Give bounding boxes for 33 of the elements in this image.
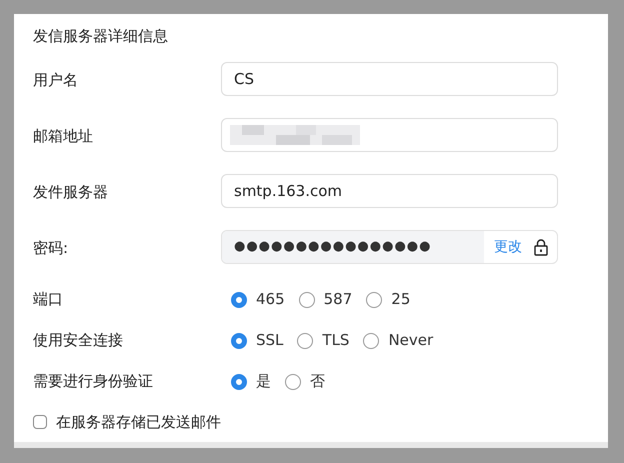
- radio-option[interactable]: 587: [298, 288, 352, 311]
- radio-button[interactable]: [285, 374, 301, 390]
- field-label: 密码:: [33, 238, 70, 260]
- option-label: 使用安全连接: [33, 330, 124, 352]
- radio-option[interactable]: 25: [366, 288, 410, 311]
- radio-button[interactable]: [298, 292, 315, 308]
- password-field[interactable]: ●●●●●●●●●●●●●●●● 更改: [221, 230, 558, 264]
- radio-button[interactable]: [231, 292, 247, 308]
- section-title: 发信服务器详细信息: [33, 26, 169, 47]
- radio-button[interactable]: [366, 292, 382, 308]
- radio-option[interactable]: 465: [231, 288, 285, 311]
- checkbox[interactable]: [33, 415, 47, 430]
- field-label: 发件服务器: [33, 182, 109, 204]
- text-field[interactable]: [221, 118, 558, 152]
- radio-option[interactable]: 否: [285, 370, 325, 393]
- change-link[interactable]: 更改: [484, 236, 532, 258]
- checkbox-option[interactable]: 在服务器存储已发送邮件: [33, 411, 608, 434]
- radio-button[interactable]: [363, 332, 380, 348]
- radio-option[interactable]: SSL: [231, 329, 284, 352]
- radio-button[interactable]: [231, 332, 247, 348]
- text-field[interactable]: CS: [221, 62, 558, 96]
- field-label: 邮箱地址: [33, 126, 94, 148]
- text-field[interactable]: smtp.163.com: [221, 174, 558, 208]
- option-label: 端口: [33, 289, 64, 310]
- radio-option[interactable]: 是: [231, 370, 271, 393]
- radio-button[interactable]: [297, 332, 314, 348]
- password-value: ●●●●●●●●●●●●●●●●: [234, 238, 432, 256]
- option-label: 需要进行身份验证: [33, 371, 154, 392]
- radio-button[interactable]: [231, 374, 247, 390]
- lock-icon: [534, 238, 548, 256]
- radio-option[interactable]: Never: [363, 329, 434, 352]
- radio-option[interactable]: TLS: [297, 329, 350, 352]
- field-label: 用户名: [33, 70, 79, 92]
